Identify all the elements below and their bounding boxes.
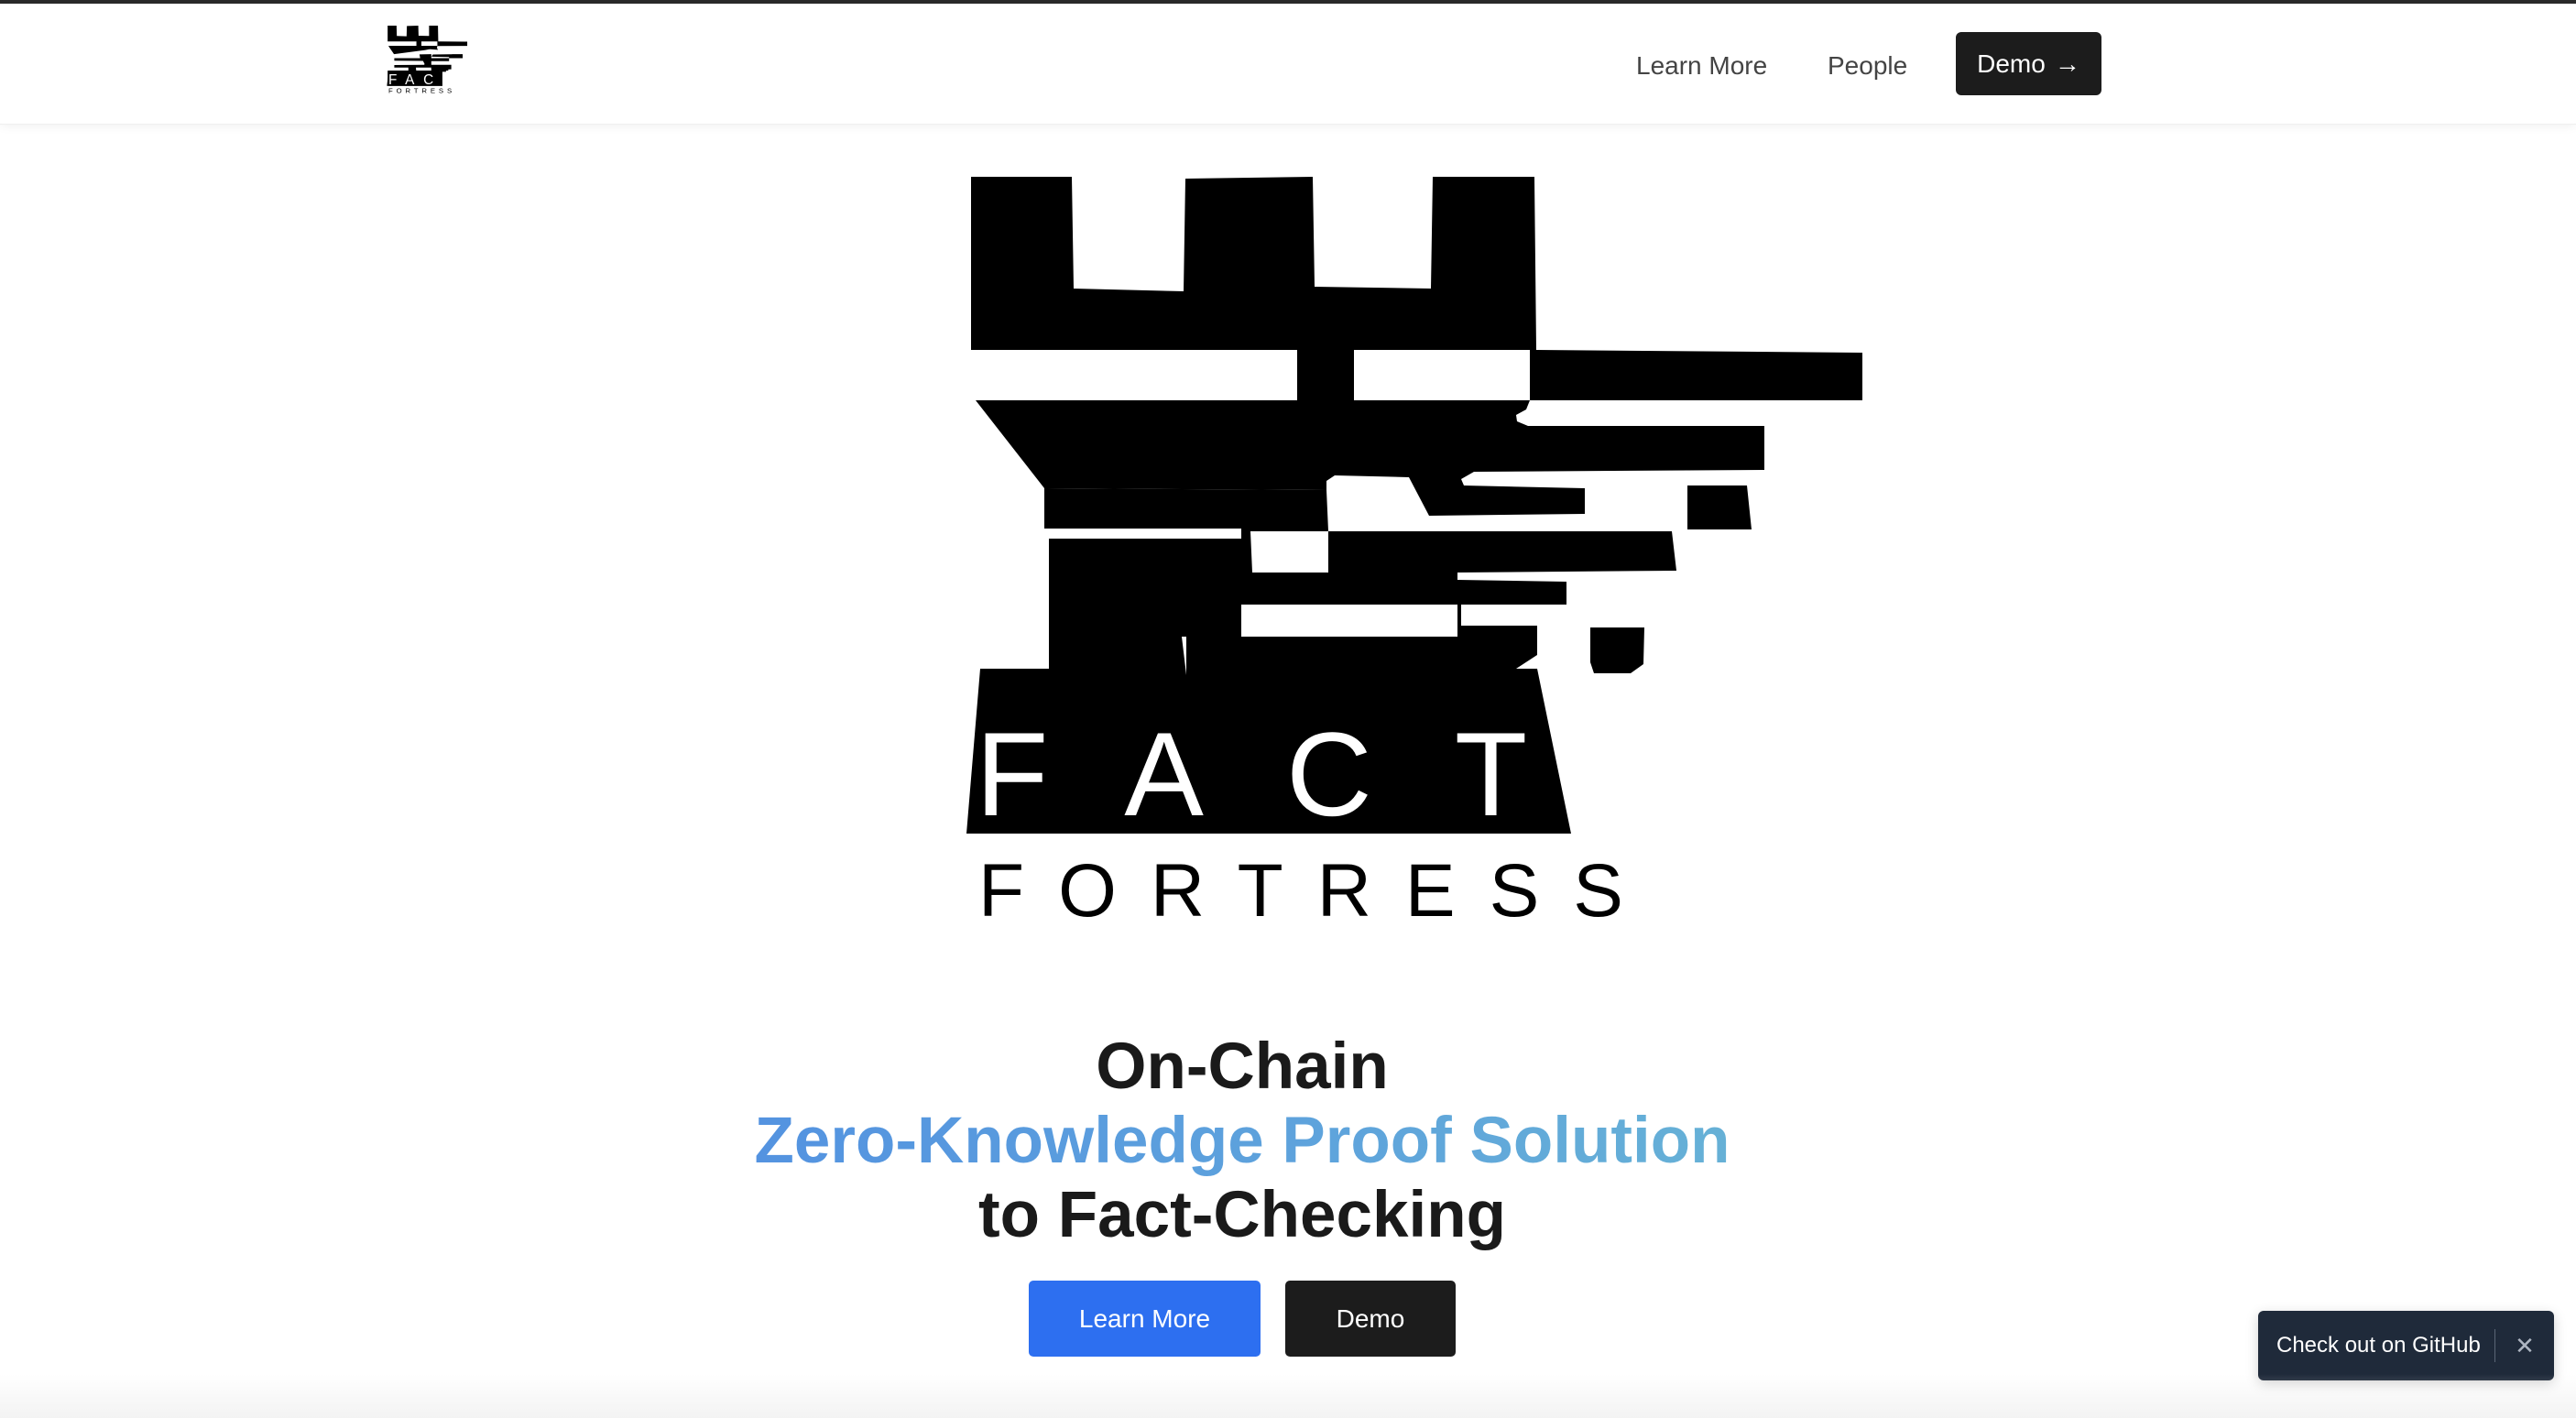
hero-headline: On-Chain Zero-Knowledge Proof Solution t…: [509, 1030, 1975, 1252]
nav-demo-label: Demo: [1977, 49, 2046, 78]
arrow-right-icon: →: [2054, 49, 2080, 78]
nav-demo-button[interactable]: Demo →: [1956, 32, 2101, 95]
svg-text:FORTRESS: FORTRESS: [978, 849, 1657, 930]
fortress-logo-icon: FACT FORTRESS: [387, 26, 468, 95]
svg-text:FORTRESS: FORTRESS: [388, 87, 455, 95]
svg-text:FACT: FACT: [976, 707, 1610, 841]
github-toast: Check out on GitHub ✕: [2258, 1311, 2554, 1380]
top-navbar: FACT FORTRESS Learn More People Demo →: [0, 4, 2576, 125]
github-toast-link[interactable]: Check out on GitHub: [2258, 1333, 2494, 1358]
nav-logo[interactable]: FACT FORTRESS: [381, 26, 480, 103]
fortress-logo-icon: FACT FORTRESS: [966, 177, 1862, 930]
nav-link-learn-more[interactable]: Learn More: [1636, 44, 1767, 88]
hero-demo-button[interactable]: Demo: [1285, 1281, 1456, 1357]
close-icon[interactable]: ✕: [2495, 1332, 2554, 1360]
hero-learn-more-button[interactable]: Learn More: [1029, 1281, 1261, 1357]
svg-text:FACT: FACT: [388, 72, 460, 88]
hero-logo: FACT FORTRESS: [962, 169, 1869, 930]
headline-line-3: to Fact-Checking: [978, 1179, 1506, 1251]
headline-line-1: On-Chain: [1096, 1031, 1389, 1103]
nav-link-people[interactable]: People: [1828, 44, 1907, 88]
headline-line-2-gradient: Zero-Knowledge Proof Solution: [509, 1104, 1975, 1178]
bottom-shadow: [0, 1374, 2576, 1418]
